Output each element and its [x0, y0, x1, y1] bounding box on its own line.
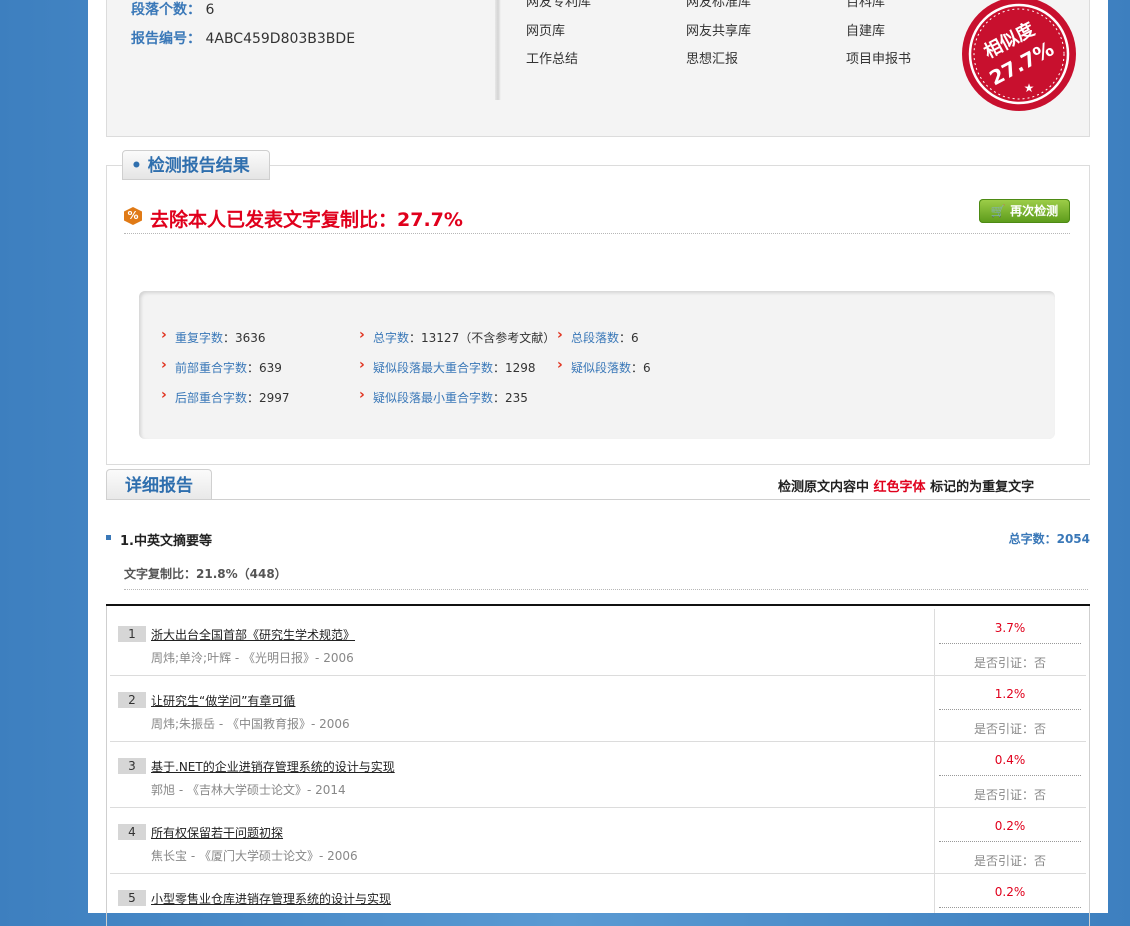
source-percent: 0.4% [994, 753, 1026, 767]
section-title[interactable]: 1.中英文摘要等 [120, 530, 212, 549]
source-title-link[interactable]: 基于.NET的企业进销存管理系统的设计与实现 [151, 758, 395, 775]
detail-divider [106, 499, 1090, 500]
stat-repeat-words: 重复字数：3636 [161, 327, 266, 346]
source-percent: 0.2% [994, 885, 1026, 899]
db-item-standard: 网友标准库 [686, 0, 752, 10]
section-divider [124, 589, 1088, 590]
source-stats: 0.2% [934, 873, 1085, 913]
source-meta: 焦长宝 - 《厦门大学硕士论文》- 2006 [151, 849, 358, 863]
source-percent: 0.2% [994, 819, 1026, 833]
source-stats: 0.2% 是否引证：否 [934, 807, 1085, 873]
tab-bullet: • [131, 156, 142, 176]
report-id-label: 报告编号： [131, 31, 201, 47]
detail-report-tab[interactable]: 详细报告 [106, 469, 212, 500]
db-item-project-proposal: 项目申报书 [846, 52, 912, 67]
db-item-encyclopedia: 百科库 [846, 0, 886, 10]
db-item-web: 网页库 [526, 24, 566, 39]
legend-note: 检测原文内容中 红色字体 标记的为重复文字 [778, 480, 1035, 495]
source-citation: 是否引证：否 [973, 854, 1046, 868]
db-item-thought-report: 思想汇报 [686, 52, 739, 67]
source-stats: 0.4% 是否引证：否 [934, 741, 1085, 807]
source-percent: 3.7% [994, 621, 1026, 635]
report-info-panel: 段落个数： 6 报告编号： 4ABC459D803B3BDE 网友专利库 网友标… [106, 0, 1090, 137]
source-row: 2 让研究生“做学问”有章可循 周炜;朱振岳 - 《中国教育报》- 2006 1… [110, 675, 1086, 742]
source-citation: 是否引证：否 [973, 656, 1046, 670]
source-percent: 1.2% [994, 687, 1026, 701]
source-stats: 1.2% 是否引证：否 [934, 675, 1085, 741]
result-tab: • 检测报告结果 [122, 150, 270, 180]
source-row: 1 浙大出台全国首部《研究生学术规范》 周炜;单泠;叶辉 - 《光明日报》- 2… [110, 609, 1086, 676]
copy-ratio-headline: 去除本人已发表文字复制比：27.7% [150, 209, 463, 231]
stat-front-overlap: 前部重合字数：639 [161, 357, 282, 376]
recheck-button[interactable]: 🛒 再次检测 [979, 199, 1070, 223]
legend-red-text: 红色字体 [873, 480, 926, 495]
source-meta: 周炜;朱振岳 - 《中国教育报》- 2006 [151, 717, 350, 731]
source-row: 3 基于.NET的企业进销存管理系统的设计与实现 郭旭 - 《吉林大学硕士论文》… [110, 741, 1086, 808]
panel-divider [495, 0, 501, 100]
stat-max-overlap: 疑似段落最大重合字数：1298 [359, 357, 536, 376]
source-citation: 是否引证：否 [973, 722, 1046, 736]
stamp-star-icon: ★ [1024, 81, 1035, 95]
stat-total-paragraphs: 总段落数：6 [557, 327, 639, 346]
source-meta: 郭旭 - 《吉林大学硕士论文》- 2014 [151, 783, 346, 797]
cart-icon: 🛒 [990, 204, 1006, 218]
recheck-label: 再次检测 [1010, 204, 1059, 218]
source-number: 3 [118, 758, 146, 774]
source-number: 2 [118, 692, 146, 708]
section-total-words: 总字数：2054 [1008, 532, 1090, 546]
source-citation: 是否引证：否 [973, 788, 1046, 802]
source-number: 4 [118, 824, 146, 840]
source-stats: 3.7% 是否引证：否 [934, 609, 1085, 675]
paragraph-count-row: 段落个数： 6 [131, 0, 214, 19]
stat-back-overlap: 后部重合字数：2997 [161, 387, 290, 406]
db-item-work-summary: 工作总结 [526, 52, 579, 67]
report-page: 段落个数： 6 报告编号： 4ABC459D803B3BDE 网友专利库 网友标… [88, 0, 1108, 926]
similarity-stamp: 相似度 27.7% ★ [962, 0, 1076, 111]
section-bullet-icon [106, 535, 111, 540]
source-title-link[interactable]: 小型零售业仓库进销存管理系统的设计与实现 [151, 890, 391, 907]
source-number: 5 [118, 890, 146, 906]
section-copy-ratio: 文字复制比：21.8%（448） [124, 567, 287, 581]
paragraph-count-value: 6 [205, 2, 215, 18]
db-item-patent: 网友专利库 [526, 0, 592, 10]
headline-divider [124, 233, 1070, 234]
source-meta: 周炜;单泠;叶辉 - 《光明日报》- 2006 [151, 651, 354, 665]
report-id-value: 4ABC459D803B3BDE [205, 31, 356, 47]
source-row: 5 小型零售业仓库进销存管理系统的设计与实现 0.2% [110, 873, 1086, 913]
source-row: 4 所有权保留若干问题初探 焦长宝 - 《厦门大学硕士论文》- 2006 0.2… [110, 807, 1086, 874]
result-tab-label: 检测报告结果 [147, 156, 250, 176]
db-item-custom: 自建库 [846, 24, 886, 39]
source-number: 1 [118, 626, 146, 642]
stat-suspect-paragraphs: 疑似段落数：6 [557, 357, 651, 376]
stats-panel: 重复字数：3636 总字数：13127（不含参考文献） 总段落数：6 前部重合字… [139, 291, 1055, 439]
source-title-link[interactable]: 所有权保留若干问题初探 [151, 824, 283, 841]
stat-total-words: 总字数：13127（不含参考文献） [359, 327, 555, 346]
db-item-shared: 网友共享库 [686, 24, 752, 39]
stat-min-overlap: 疑似段落最小重合字数：235 [359, 387, 528, 406]
paragraph-count-label: 段落个数： [131, 2, 201, 18]
report-id-row: 报告编号： 4ABC459D803B3BDE [131, 28, 355, 48]
source-title-link[interactable]: 让研究生“做学问”有章可循 [151, 692, 295, 709]
source-title-link[interactable]: 浙大出台全国首部《研究生学术规范》 [151, 626, 355, 643]
